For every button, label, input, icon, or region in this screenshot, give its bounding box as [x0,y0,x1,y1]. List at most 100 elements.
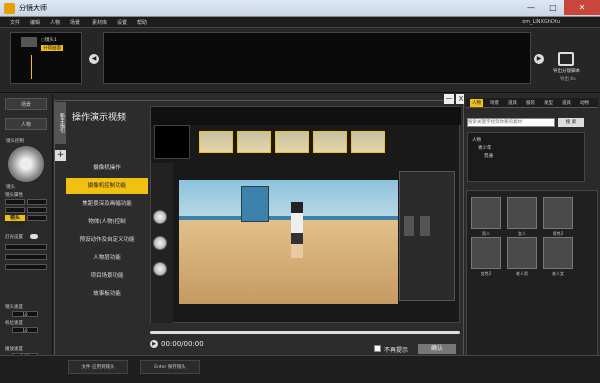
asset-panel: 人物 场景 道具 服装 发型 道具 动物 搜 索 人物 青少年 普通 男人 女人… [464,94,600,383]
video-time: 00:00/00:00 [161,340,204,348]
title-bar: 分镜大师 — □ ✕ [0,0,600,17]
menu-file[interactable]: 文件 [10,19,20,26]
menu-help[interactable]: 帮助 [137,19,147,26]
save-shot-button[interactable]: Enter 保存镜头 [140,360,200,374]
field-position[interactable] [5,199,25,205]
field-angle[interactable] [5,207,25,213]
play-speed-label: 播放速度 [5,347,23,352]
no-more-label: 不再提示 [384,347,409,354]
video-app-header [151,107,461,125]
video-item-camera-control[interactable]: 摄像机控制功能 [66,178,148,194]
app-icon [4,3,15,14]
menu-edit[interactable]: 编辑 [30,19,40,26]
apply-to-shot-button[interactable]: 文件 应用到镜头 [68,360,128,374]
menu-bar: 文件 编辑 人物 场景 素材库 设置 帮助 om_LiNXGhDtu [0,17,600,28]
lens-preset-1[interactable]: 镜头 50mm [5,215,25,227]
account-name[interactable]: om_LiNXGhDtu [522,19,560,25]
video-thumb-5 [351,131,385,153]
light-slider-3[interactable] [5,264,47,270]
tree-node-character[interactable]: 人物 [472,137,481,143]
camera-speed-label: 镜头速度 [5,305,23,310]
light-label: 灯光设置 [5,235,23,240]
export-label[interactable]: 导出分镜脚本 [553,68,580,74]
window-title: 分镜大师 [19,4,47,12]
character-card-2[interactable] [507,197,537,229]
video-thumb-2 [237,131,271,153]
video-thumb-4 [313,131,347,153]
video-item-camera[interactable]: 摄像机操作 [66,160,148,176]
character-card-1[interactable] [471,197,501,229]
tab-character[interactable]: 人物 [470,99,483,107]
shot-panel[interactable]: ○镜头1 分镜画面 [10,32,82,84]
video-item-storyboard[interactable]: 故事板功能 [66,286,148,302]
character-card-5[interactable] [507,237,537,269]
tab-costume[interactable]: 服装 [526,100,535,106]
video-item-layer[interactable]: 人物层功能 [66,250,148,266]
video-item-object[interactable]: 物体(人物)控制 [66,214,148,230]
prev-arrow-icon[interactable]: ◀ [89,54,99,64]
dialog-minimize-button[interactable]: — [444,94,454,104]
asset-tree: 人物 青少年 普通 [467,132,585,182]
shot-connector [31,55,32,79]
video-item-preset[interactable]: 预设动作及自定义功能 [66,232,148,248]
character-button[interactable]: 人物 [5,118,47,130]
character-label-5: 老人男 [516,271,528,276]
tab-scene[interactable]: 场景 [490,100,499,106]
camera-joystick[interactable] [8,146,44,182]
asset-tabs: 人物 场景 道具 服装 发型 道具 动物 [466,98,598,108]
bottom-bar: 文件 应用到镜头 Enter 保存镜头 [0,355,600,383]
tab-props[interactable]: 道具 [508,100,517,106]
next-arrow-icon[interactable]: ▶ [534,54,544,64]
video-thumb-1 [199,131,233,153]
side-guide-tab[interactable]: 新手指引 [55,102,66,144]
asset-search-button[interactable]: 搜 索 [558,118,584,127]
character-grid: 男人 女人 男性2 女性2 老人男 老人女 [466,190,598,360]
dialog-title: 操作演示视频 [72,113,127,123]
video-progress-bar[interactable] [150,331,460,334]
camera-speed-input[interactable]: 10 [12,311,38,317]
video-char-1 [404,216,414,236]
field-focal[interactable] [27,199,47,205]
position-speed-input[interactable]: 10 [12,327,38,333]
storyboard-strip: ○镜头1 分镜画面 ◀ ▶ 导出分镜脚本 导出 Ks [0,28,600,93]
menu-library[interactable]: 素材库 [92,19,107,26]
storyboard-area[interactable] [103,32,531,84]
video-joystick-3 [153,262,167,276]
shot-frame-label: 分镜画面 [41,45,63,51]
menu-settings[interactable]: 设置 [117,19,127,26]
minimize-button[interactable]: — [520,0,542,15]
maximize-button[interactable]: □ [542,0,564,15]
confirm-button[interactable]: 确认 [418,344,456,354]
field-lens[interactable] [27,215,47,221]
video-right-panel [399,171,455,301]
add-icon[interactable]: + [55,150,66,161]
light-toggle[interactable] [30,234,38,239]
character-card-3[interactable] [543,197,573,229]
tab-animal[interactable]: 动物 [580,100,589,106]
asset-search-input[interactable] [467,118,555,127]
field-height[interactable] [27,207,47,213]
video-item-focus[interactable]: 焦距景深及画幅功能 [66,196,148,212]
light-slider-2[interactable] [5,254,47,260]
tree-node-normal[interactable]: 普通 [484,153,493,159]
no-more-checkbox[interactable] [374,345,381,352]
character-card-4[interactable] [471,237,501,269]
video-thumb-3 [275,131,309,153]
video-shot-panel [154,125,190,159]
close-button[interactable]: ✕ [564,0,600,15]
video-joystick-2 [153,236,167,250]
menu-scene[interactable]: 场景 [70,19,80,26]
left-panel: 场景 人物 镜头控制 镜头 镜头属性 镜头 50mm 灯光设置 镜头速度 10 … [0,94,53,383]
tab-hair[interactable]: 发型 [544,100,553,106]
beach-scene [179,180,398,304]
light-slider-1[interactable] [5,244,47,250]
scene-button[interactable]: 场景 [5,98,47,110]
camera-control-label: 镜头控制 [6,139,24,144]
character-card-6[interactable] [543,237,573,269]
video-item-project[interactable]: 项目场景功能 [66,268,148,284]
play-icon[interactable]: ▶ [150,340,158,348]
menu-character[interactable]: 人物 [50,19,60,26]
tree-node-teen[interactable]: 青少年 [478,145,492,151]
tab-props-2[interactable]: 道具 [562,100,571,106]
export-icon[interactable] [558,52,574,66]
